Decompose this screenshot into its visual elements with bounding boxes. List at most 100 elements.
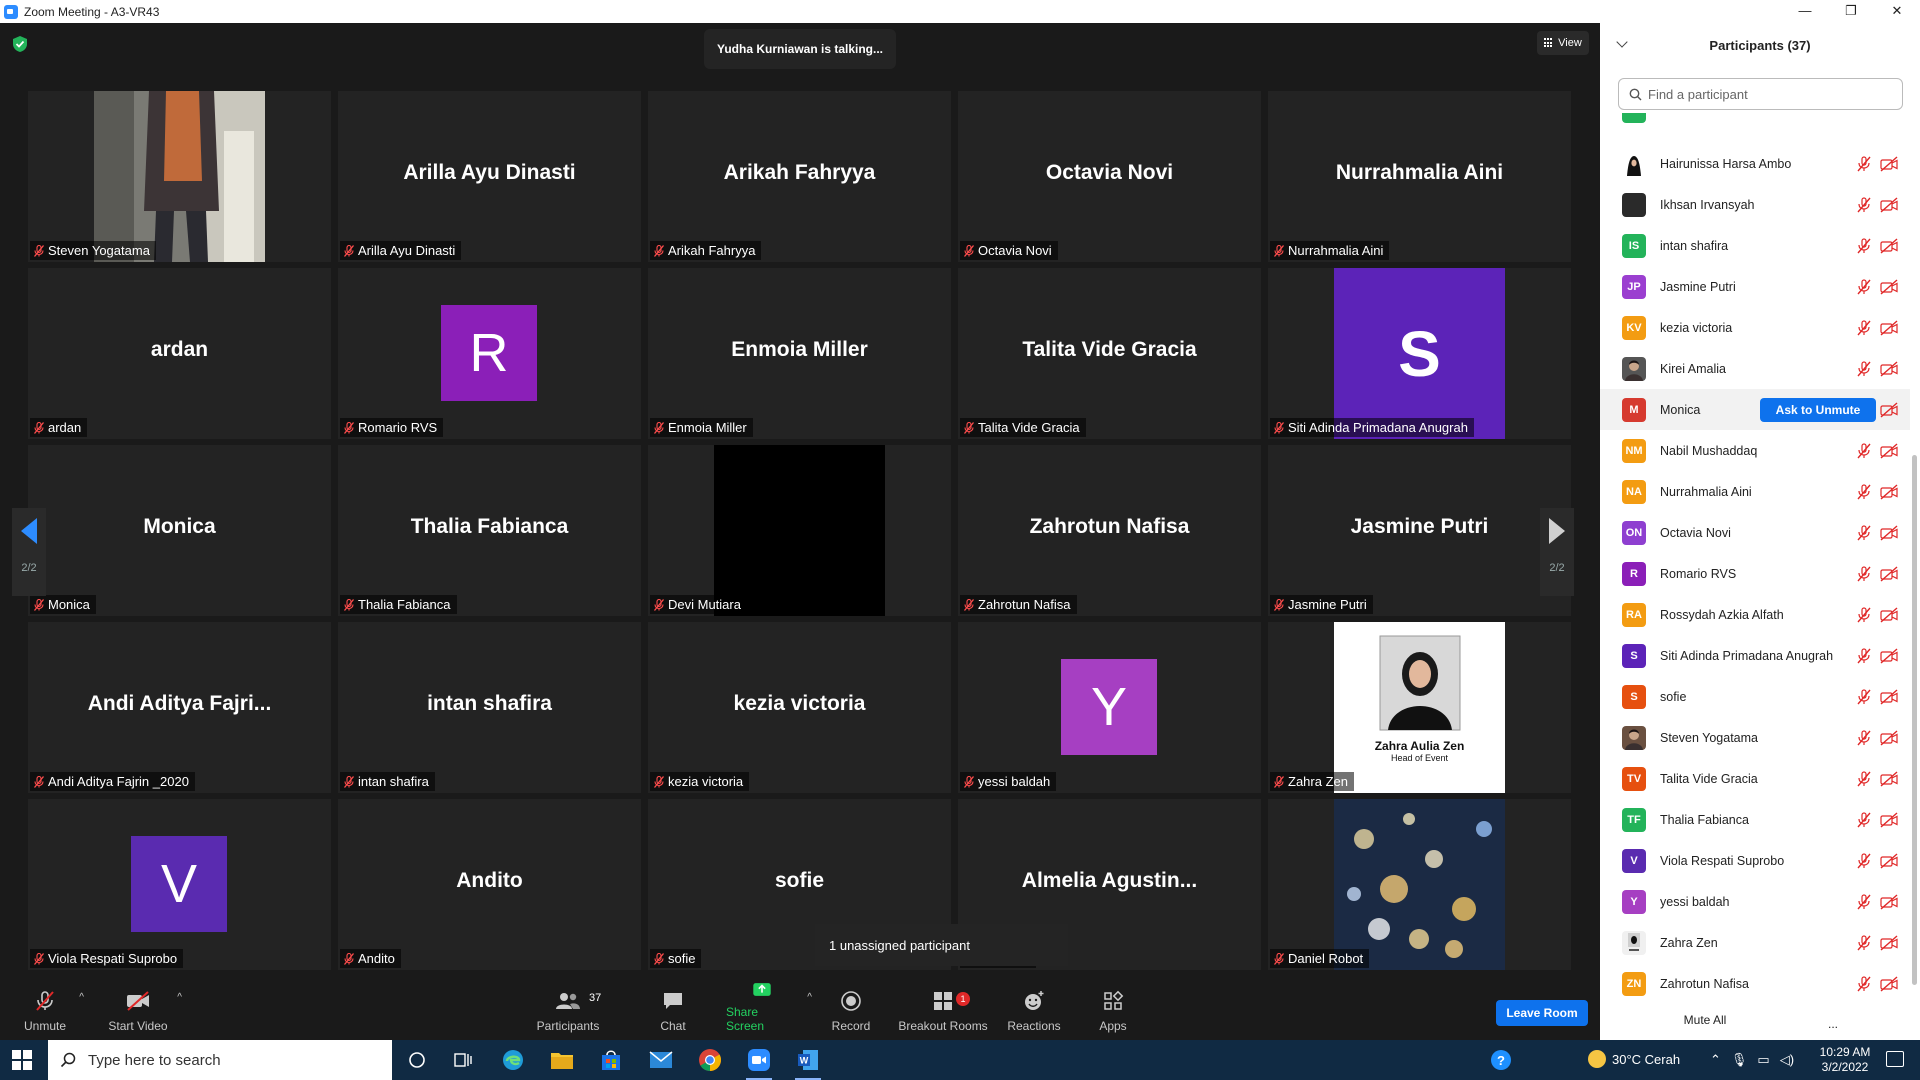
video-off-icon[interactable] [1880, 155, 1898, 172]
video-tile[interactable]: Andito Andito [338, 799, 641, 970]
participant-row[interactable]: S Siti Adinda Primadana Anugrah [1600, 635, 1910, 676]
microphone-muted-icon[interactable] [1856, 442, 1872, 459]
notification-icon[interactable] [1886, 1051, 1904, 1067]
participants-button[interactable]: 37 Participants [535, 980, 602, 1039]
microphone-muted-icon[interactable] [1856, 852, 1872, 869]
more-options-button[interactable]: ... [1818, 1013, 1848, 1035]
start-video-button[interactable]: Start Video ^ [108, 980, 182, 1039]
mute-all-button[interactable]: Mute All [1660, 1006, 1750, 1034]
participant-row[interactable]: Ssofie [1600, 676, 1910, 717]
taskbar-search-input[interactable] [88, 1051, 378, 1069]
participant-row[interactable]: Yyessi baldah [1600, 881, 1910, 922]
maximize-button[interactable]: ❐ [1828, 0, 1874, 23]
video-tile[interactable]: Steven Yogatama [28, 91, 331, 262]
video-tile[interactable]: R Romario RVS [338, 268, 641, 439]
share-screen-button[interactable]: Share Screen ^ [726, 980, 812, 1039]
video-off-icon[interactable] [1880, 196, 1898, 213]
video-tile[interactable]: Andi Aditya Fajri... Andi Aditya Fajrin _… [28, 622, 331, 793]
video-off-icon[interactable] [1880, 524, 1898, 541]
microphone-muted-icon[interactable] [1856, 934, 1872, 951]
word-icon[interactable]: W [793, 1045, 823, 1080]
video-tile[interactable]: Nurrahmalia Aini Nurrahmalia Aini [1268, 91, 1571, 262]
network-icon[interactable]: ▭ [1757, 1052, 1769, 1068]
participants-scrollbar[interactable] [1912, 455, 1917, 985]
video-off-icon[interactable] [1880, 319, 1898, 336]
participant-row[interactable]: NA Nurrahmalia Aini [1600, 471, 1910, 512]
participant-row[interactable]: Zahra Zen [1600, 922, 1910, 963]
participant-row[interactable]: ZN Zahrotun Nafisa [1600, 963, 1910, 1004]
video-tile[interactable]: Talita Vide Gracia Talita Vide Gracia [958, 268, 1261, 439]
volume-icon[interactable]: ◁) [1780, 1052, 1794, 1068]
video-off-icon[interactable] [1880, 565, 1898, 582]
microphone-muted-icon[interactable] [1856, 524, 1872, 541]
edge-browser-icon[interactable] [498, 1045, 528, 1075]
microphone-muted-icon[interactable] [1856, 565, 1872, 582]
participant-row[interactable]: Ikhsan Irvansyah [1600, 184, 1910, 225]
microphone-muted-icon[interactable] [1856, 893, 1872, 910]
video-tile[interactable]: Octavia Novi Octavia Novi [958, 91, 1261, 262]
minimize-button[interactable]: — [1782, 0, 1828, 23]
video-off-icon[interactable] [1880, 688, 1898, 705]
clock[interactable]: 10:29 AM 3/2/2022 [1810, 1045, 1880, 1075]
mail-icon[interactable] [646, 1045, 676, 1075]
video-tile[interactable]: Zahra Aulia Zen Head of Event Zahra Zen [1268, 622, 1571, 793]
video-tile[interactable]: ardan ardan [28, 268, 331, 439]
microphone-muted-icon[interactable] [1856, 811, 1872, 828]
participant-row[interactable]: R Romario RVS [1600, 553, 1910, 594]
participant-row[interactable]: TV Talita Vide Gracia [1600, 758, 1910, 799]
video-tile[interactable]: Zahrotun Nafisa Zahrotun Nafisa [958, 445, 1261, 616]
video-tile[interactable]: Devi Mutiara [648, 445, 951, 616]
video-off-icon[interactable] [1880, 729, 1898, 746]
microphone-muted-icon[interactable] [1856, 196, 1872, 213]
video-off-icon[interactable] [1880, 770, 1898, 787]
next-page-button[interactable]: 2/2 [1540, 508, 1574, 596]
microphone-muted-icon[interactable] [1856, 237, 1872, 254]
close-button[interactable]: ✕ [1874, 0, 1920, 23]
video-tile[interactable]: Yyessi baldah [958, 622, 1261, 793]
participant-row[interactable]: V Viola Respati Suprobo [1600, 840, 1910, 881]
video-tile[interactable]: Jasmine Putri Jasmine Putri [1268, 445, 1571, 616]
participant-row[interactable]: TF Thalia Fabianca [1600, 799, 1910, 840]
chevron-up-icon[interactable]: ^ [177, 992, 182, 1003]
participant-row[interactable]: Steven Yogatama [1600, 717, 1910, 758]
microphone-muted-icon[interactable] [1856, 483, 1872, 500]
shield-icon[interactable] [12, 35, 28, 53]
microphone-muted-icon[interactable] [1856, 770, 1872, 787]
participant-row[interactable]: JP Jasmine Putri [1600, 266, 1910, 307]
chevron-up-icon[interactable]: ^ [807, 992, 812, 1003]
participant-row[interactable]: ON Octavia Novi [1600, 512, 1910, 553]
apps-button[interactable]: Apps [1098, 980, 1128, 1039]
participant-row[interactable]: Hairunissa Harsa Ambo [1600, 143, 1910, 184]
zoom-taskbar-icon[interactable] [744, 1045, 774, 1080]
taskbar-search[interactable] [48, 1040, 392, 1080]
chevron-up-icon[interactable]: ^ [79, 992, 84, 1003]
video-off-icon[interactable] [1880, 811, 1898, 828]
video-tile[interactable]: Thalia Fabianca Thalia Fabianca [338, 445, 641, 616]
participant-row[interactable]: RA Rossydah Azkia Alfath [1600, 594, 1910, 635]
breakout-rooms-button[interactable]: 1 Breakout Rooms [898, 980, 988, 1039]
microphone-icon[interactable]: 🎙 [1731, 1052, 1748, 1068]
unmute-button[interactable]: Unmute ^ [20, 980, 84, 1039]
video-off-icon[interactable] [1880, 975, 1898, 992]
help-icon[interactable]: ? [1491, 1050, 1511, 1070]
video-tile[interactable]: Arilla Ayu Dinasti Arilla Ayu Dinasti [338, 91, 641, 262]
video-off-icon[interactable] [1880, 934, 1898, 951]
participant-row[interactable]: NM Nabil Mushaddaq [1600, 430, 1910, 471]
video-off-icon[interactable] [1880, 893, 1898, 910]
microphone-muted-icon[interactable] [1856, 647, 1872, 664]
video-tile[interactable]: Arikah Fahryya Arikah Fahryya [648, 91, 951, 262]
video-tile[interactable]: Daniel Robot [1268, 799, 1571, 970]
participant-row[interactable]: IS intan shafira [1600, 225, 1910, 266]
video-tile[interactable]: Enmoia Miller Enmoia Miller [648, 268, 951, 439]
video-tile[interactable]: S Siti Adinda Primadana Anugrah [1268, 268, 1571, 439]
video-off-icon[interactable] [1880, 401, 1898, 418]
task-view-icon[interactable] [448, 1045, 478, 1075]
microphone-muted-icon[interactable] [1856, 319, 1872, 336]
video-off-icon[interactable] [1880, 442, 1898, 459]
chrome-icon[interactable] [695, 1045, 725, 1075]
view-button[interactable]: View [1537, 31, 1589, 55]
participant-row-partial[interactable] [1600, 113, 1910, 129]
video-tile[interactable]: intan shafira intan shafira [338, 622, 641, 793]
cortana-icon[interactable] [402, 1045, 432, 1075]
video-off-icon[interactable] [1880, 237, 1898, 254]
